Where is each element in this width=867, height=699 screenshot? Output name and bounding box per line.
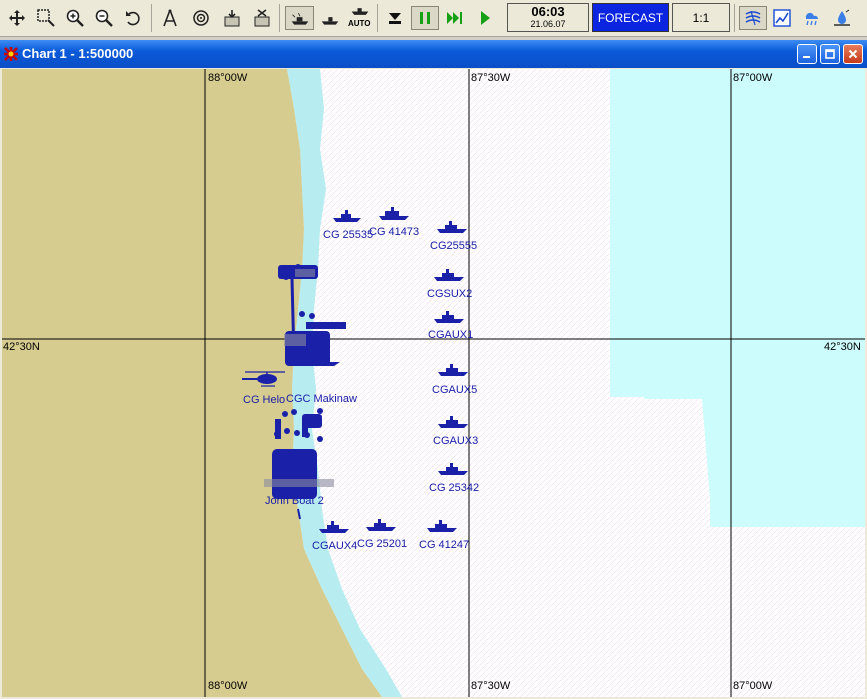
vessel-label: CGAUX1 xyxy=(428,329,474,341)
app-icon xyxy=(3,46,19,67)
chart-canvas xyxy=(2,69,865,697)
vessel-label: CG Helo xyxy=(243,394,286,406)
fast-forward-icon[interactable] xyxy=(443,6,467,30)
chart-window: Chart 1 - 1:500000 88°00W 87°30W 87°00W … xyxy=(0,40,867,699)
move-icon[interactable] xyxy=(5,6,29,30)
chart-window-titlebar[interactable]: Chart 1 - 1:500000 xyxy=(0,40,867,68)
lon-label-87w-bottom: 87°00W xyxy=(733,680,773,692)
vessel-label: CG 25342 xyxy=(429,482,480,494)
zoom-window-icon[interactable] xyxy=(34,6,58,30)
drift-icon[interactable] xyxy=(830,6,854,30)
lat-label-left: 42°30N xyxy=(3,341,40,353)
vessel-label: CGAUX5 xyxy=(432,384,478,396)
lon-label-88w-bottom: 88°00W xyxy=(208,680,248,692)
target-icon[interactable] xyxy=(189,6,213,30)
lon-label-87w-top: 87°00W xyxy=(733,72,773,84)
vessel-label: CG 41247 xyxy=(419,539,470,551)
lon-label-88w-top: 88°00W xyxy=(208,72,248,84)
vessel-label: CGAUX3 xyxy=(433,435,479,447)
wind-icon[interactable] xyxy=(739,6,767,30)
maximize-button[interactable] xyxy=(820,44,840,64)
clock-date: 21.06.07 xyxy=(530,19,566,29)
vessel-label: CGSUX2 xyxy=(427,288,473,300)
main-toolbar: AUTO 06:03 21.06.07 FORECAST 1:1 xyxy=(0,0,867,37)
vessel-label: CG25555 xyxy=(430,240,478,252)
minimize-button[interactable] xyxy=(797,44,817,64)
vessel-label: CG 25201 xyxy=(357,538,408,550)
compass-icon[interactable] xyxy=(158,6,182,30)
nautical-chart[interactable]: 88°00W 87°30W 87°00W 88°00W 87°30W 87°00… xyxy=(2,69,865,697)
close-button[interactable] xyxy=(843,44,863,64)
zoom-out-icon[interactable] xyxy=(92,6,116,30)
zoom-in-icon[interactable] xyxy=(63,6,87,30)
undo-zoom-icon[interactable] xyxy=(121,6,145,30)
lon-label-8730w-top: 87°30W xyxy=(471,72,511,84)
window-title: Chart 1 - 1:500000 xyxy=(22,46,134,61)
vessel-label: CG 41473 xyxy=(369,226,420,238)
import-icon[interactable] xyxy=(220,6,244,30)
vessel-label: John Boat 2 xyxy=(265,495,324,507)
lat-label-right: 42°30N xyxy=(824,341,861,353)
vessel-track-icon[interactable] xyxy=(285,6,314,30)
vessel-label: CG 25535 xyxy=(323,229,374,241)
pause-icon[interactable] xyxy=(411,6,439,30)
vessel-label: CGC Makinaw xyxy=(286,393,357,405)
simulation-clock: 06:03 21.06.07 xyxy=(507,3,589,32)
play-icon[interactable] xyxy=(473,6,497,30)
vessel-icon[interactable] xyxy=(316,6,344,30)
graph-icon[interactable] xyxy=(770,6,794,30)
vessel-label: CGAUX4 xyxy=(312,540,358,552)
forecast-button[interactable]: FORECAST xyxy=(592,3,669,32)
auto-vessel-icon[interactable]: AUTO xyxy=(346,6,374,30)
export-icon[interactable] xyxy=(250,6,274,30)
auto-label: AUTO xyxy=(348,19,371,28)
clock-time: 06:03 xyxy=(531,4,565,19)
lon-label-8730w-bottom: 87°30W xyxy=(471,680,511,692)
stop-icon[interactable] xyxy=(383,6,407,30)
weather-icon[interactable] xyxy=(800,6,824,30)
scale-display[interactable]: 1:1 xyxy=(672,3,730,32)
